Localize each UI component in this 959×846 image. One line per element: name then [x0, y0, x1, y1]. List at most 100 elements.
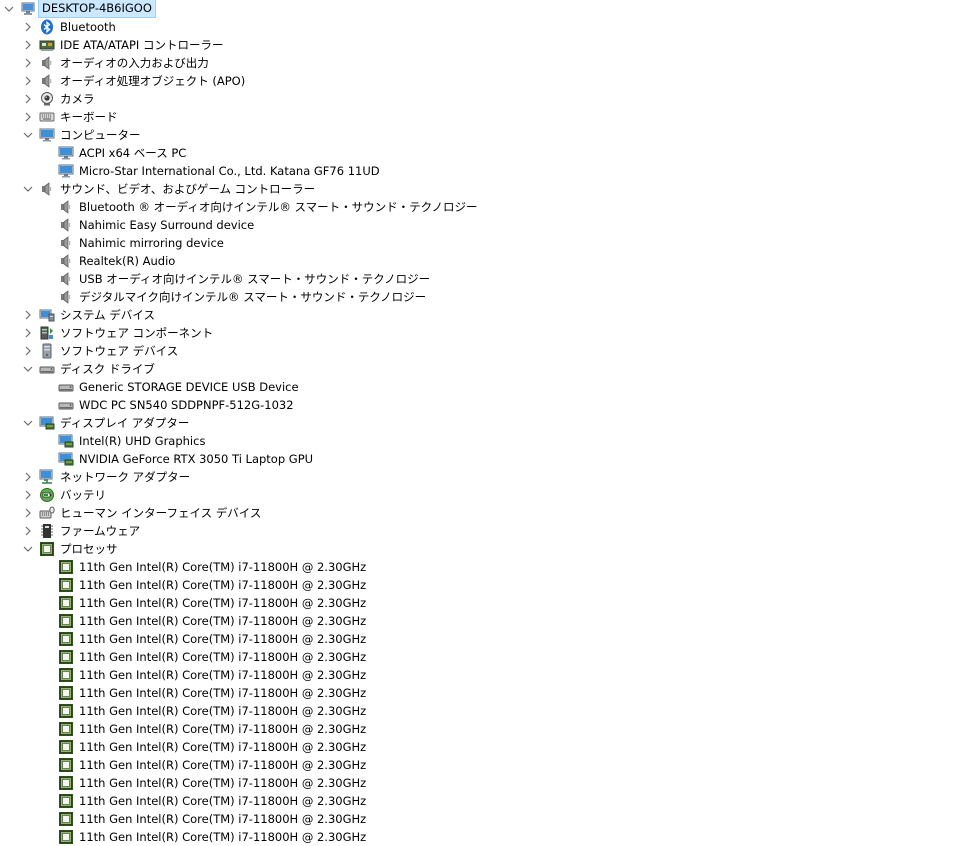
- chevron-right-icon[interactable]: [22, 327, 34, 339]
- display-adapter-icon: [39, 415, 55, 431]
- speaker-icon: [58, 235, 74, 251]
- device-label: 11th Gen Intel(R) Core(TM) i7-11800H @ 2…: [79, 794, 367, 808]
- device-label: USB オーディオ向けインテル® スマート・サウンド・テクノロジー: [79, 272, 431, 286]
- battery-icon: [39, 487, 55, 503]
- monitor-icon: [58, 145, 74, 161]
- chevron-right-icon[interactable]: [22, 525, 34, 537]
- tree-node-apo[interactable]: オーディオ処理オブジェクト (APO): [0, 72, 959, 90]
- tree-node-disk[interactable]: ディスク ドライブ: [0, 360, 959, 378]
- chevron-right-icon[interactable]: [22, 57, 34, 69]
- processor-icon: [58, 577, 74, 593]
- processor-icon: [58, 667, 74, 683]
- tree-node-network[interactable]: ネットワーク アダプター: [0, 468, 959, 486]
- device-label: 11th Gen Intel(R) Core(TM) i7-11800H @ 2…: [79, 830, 367, 844]
- device-label: Micro-Star International Co., Ltd. Katan…: [79, 164, 380, 178]
- tree-leaf-device[interactable]: Generic STORAGE DEVICE USB Device: [0, 378, 959, 396]
- tree-leaf-device[interactable]: Intel(R) UHD Graphics: [0, 432, 959, 450]
- processor-icon: [58, 739, 74, 755]
- chevron-right-icon[interactable]: [22, 489, 34, 501]
- tree-root-computer[interactable]: DESKTOP-4B6IGOO: [0, 0, 959, 18]
- tree-leaf-device[interactable]: 11th Gen Intel(R) Core(TM) i7-11800H @ 2…: [0, 666, 959, 684]
- tree-node-label: ソフトウェア コンポーネント: [60, 326, 214, 340]
- chevron-right-icon[interactable]: [22, 39, 34, 51]
- hid-icon: [39, 505, 55, 521]
- device-label: NVIDIA GeForce RTX 3050 Ti Laptop GPU: [79, 452, 314, 466]
- tree-node-bluetooth[interactable]: Bluetooth: [0, 18, 959, 36]
- chevron-right-icon[interactable]: [22, 75, 34, 87]
- chevron-right-icon[interactable]: [22, 471, 34, 483]
- tree-leaf-device[interactable]: ACPI x64 ベース PC: [0, 144, 959, 162]
- computer-icon: [20, 1, 36, 17]
- tree-node-processor[interactable]: プロセッサ: [0, 540, 959, 558]
- chevron-down-icon[interactable]: [22, 417, 34, 429]
- tree-leaf-device[interactable]: 11th Gen Intel(R) Core(TM) i7-11800H @ 2…: [0, 612, 959, 630]
- chevron-right-icon[interactable]: [22, 345, 34, 357]
- disk-drive-icon: [58, 379, 74, 395]
- tree-node-sound[interactable]: サウンド、ビデオ、およびゲーム コントローラー: [0, 180, 959, 198]
- tree-node-audio-io[interactable]: オーディオの入力および出力: [0, 54, 959, 72]
- tree-node-keyboard[interactable]: キーボード: [0, 108, 959, 126]
- tree-leaf-device[interactable]: Realtek(R) Audio: [0, 252, 959, 270]
- device-label: 11th Gen Intel(R) Core(TM) i7-11800H @ 2…: [79, 668, 367, 682]
- tree-leaf-device[interactable]: 11th Gen Intel(R) Core(TM) i7-11800H @ 2…: [0, 702, 959, 720]
- tree-leaf-device[interactable]: Bluetooth ® オーディオ向けインテル® スマート・サウンド・テクノロジ…: [0, 198, 959, 216]
- tree-leaf-device[interactable]: 11th Gen Intel(R) Core(TM) i7-11800H @ 2…: [0, 738, 959, 756]
- chevron-down-icon[interactable]: [22, 183, 34, 195]
- tree-leaf-device[interactable]: 11th Gen Intel(R) Core(TM) i7-11800H @ 2…: [0, 576, 959, 594]
- chevron-right-icon[interactable]: [22, 507, 34, 519]
- tree-node-hid[interactable]: ヒューマン インターフェイス デバイス: [0, 504, 959, 522]
- chevron-down-icon[interactable]: [22, 543, 34, 555]
- tree-leaf-device[interactable]: 11th Gen Intel(R) Core(TM) i7-11800H @ 2…: [0, 594, 959, 612]
- device-label: 11th Gen Intel(R) Core(TM) i7-11800H @ 2…: [79, 578, 367, 592]
- tree-leaf-device[interactable]: 11th Gen Intel(R) Core(TM) i7-11800H @ 2…: [0, 558, 959, 576]
- tree-leaf-device[interactable]: NVIDIA GeForce RTX 3050 Ti Laptop GPU: [0, 450, 959, 468]
- tree-node-battery[interactable]: バッテリ: [0, 486, 959, 504]
- tree-node-label: プロセッサ: [60, 542, 118, 556]
- tree-leaf-device[interactable]: 11th Gen Intel(R) Core(TM) i7-11800H @ 2…: [0, 792, 959, 810]
- tree-node-system[interactable]: システム デバイス: [0, 306, 959, 324]
- tree-node-label: IDE ATA/ATAPI コントローラー: [60, 38, 224, 52]
- device-label: Bluetooth ® オーディオ向けインテル® スマート・サウンド・テクノロジ…: [79, 200, 478, 214]
- tree-leaf-device[interactable]: 11th Gen Intel(R) Core(TM) i7-11800H @ 2…: [0, 828, 959, 846]
- disk-drive-icon: [58, 397, 74, 413]
- tree-leaf-device[interactable]: 11th Gen Intel(R) Core(TM) i7-11800H @ 2…: [0, 810, 959, 828]
- tree-node-camera[interactable]: カメラ: [0, 90, 959, 108]
- tree-leaf-device[interactable]: 11th Gen Intel(R) Core(TM) i7-11800H @ 2…: [0, 720, 959, 738]
- tree-node-label: ソフトウェア デバイス: [60, 344, 179, 358]
- tree-node-sw-component[interactable]: ソフトウェア コンポーネント: [0, 324, 959, 342]
- tree-leaf-device[interactable]: デジタルマイク向けインテル® スマート・サウンド・テクノロジー: [0, 288, 959, 306]
- tree-node-firmware[interactable]: ファームウェア: [0, 522, 959, 540]
- tree-leaf-device[interactable]: USB オーディオ向けインテル® スマート・サウンド・テクノロジー: [0, 270, 959, 288]
- tree-leaf-device[interactable]: 11th Gen Intel(R) Core(TM) i7-11800H @ 2…: [0, 648, 959, 666]
- tree-node-label: カメラ: [60, 92, 95, 106]
- monitor-icon: [39, 127, 55, 143]
- chevron-down-icon[interactable]: [22, 129, 34, 141]
- device-label: Intel(R) UHD Graphics: [79, 434, 206, 448]
- tree-node-ide[interactable]: IDE ATA/ATAPI コントローラー: [0, 36, 959, 54]
- tree-leaf-device[interactable]: 11th Gen Intel(R) Core(TM) i7-11800H @ 2…: [0, 630, 959, 648]
- chevron-right-icon[interactable]: [22, 93, 34, 105]
- tree-leaf-device[interactable]: Nahimic Easy Surround device: [0, 216, 959, 234]
- device-label: デジタルマイク向けインテル® スマート・サウンド・テクノロジー: [79, 290, 427, 304]
- tree-leaf-device[interactable]: 11th Gen Intel(R) Core(TM) i7-11800H @ 2…: [0, 756, 959, 774]
- software-component-icon: [39, 325, 55, 341]
- chevron-right-icon[interactable]: [22, 21, 34, 33]
- device-label: 11th Gen Intel(R) Core(TM) i7-11800H @ 2…: [79, 704, 367, 718]
- chevron-down-icon[interactable]: [22, 363, 34, 375]
- chevron-right-icon[interactable]: [22, 309, 34, 321]
- chevron-down-icon[interactable]: [3, 3, 15, 15]
- processor-icon: [58, 631, 74, 647]
- chevron-right-icon[interactable]: [22, 111, 34, 123]
- tree-leaf-device[interactable]: Nahimic mirroring device: [0, 234, 959, 252]
- tree-leaf-device[interactable]: WDC PC SN540 SDDPNPF-512G-1032: [0, 396, 959, 414]
- device-label: Realtek(R) Audio: [79, 254, 176, 268]
- root-label: DESKTOP-4B6IGOO: [38, 0, 156, 18]
- tree-node-computer[interactable]: コンピューター: [0, 126, 959, 144]
- tree-leaf-device[interactable]: Micro-Star International Co., Ltd. Katan…: [0, 162, 959, 180]
- device-label: Generic STORAGE DEVICE USB Device: [79, 380, 299, 394]
- tree-leaf-device[interactable]: 11th Gen Intel(R) Core(TM) i7-11800H @ 2…: [0, 684, 959, 702]
- tree-node-sw-device[interactable]: ソフトウェア デバイス: [0, 342, 959, 360]
- monitor-icon: [58, 163, 74, 179]
- tree-leaf-device[interactable]: 11th Gen Intel(R) Core(TM) i7-11800H @ 2…: [0, 774, 959, 792]
- tree-node-display[interactable]: ディスプレイ アダプター: [0, 414, 959, 432]
